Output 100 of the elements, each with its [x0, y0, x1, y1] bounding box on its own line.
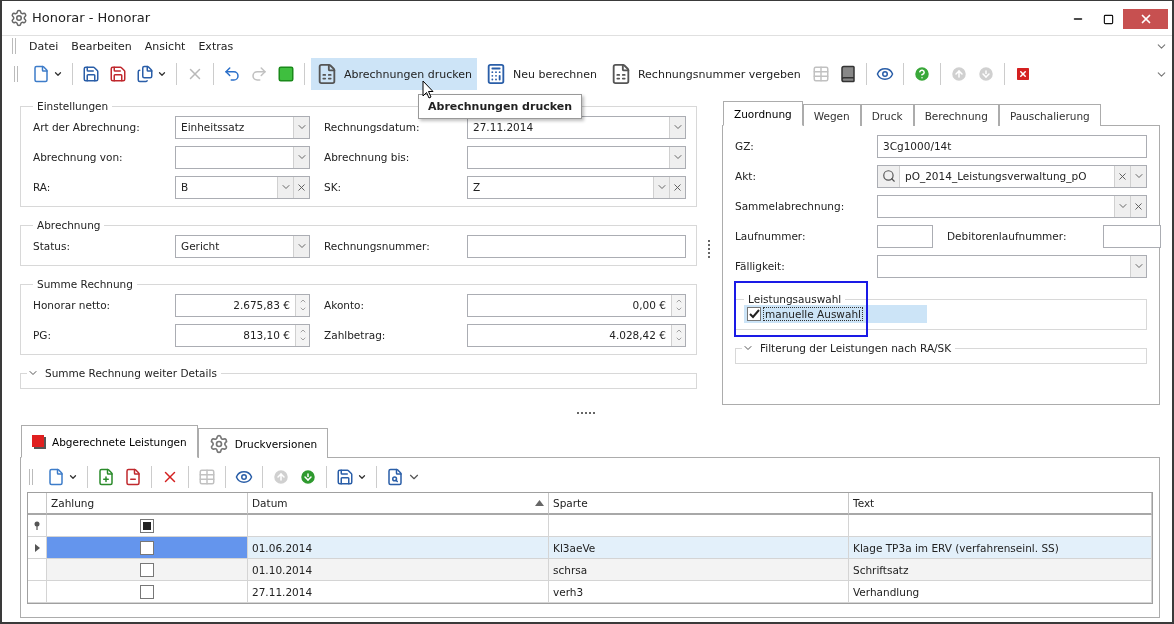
group-title: Filterung der Leistungen nach RA/SK [760, 342, 952, 354]
save-icon [109, 65, 127, 83]
group-title: Einstellungen [36, 100, 110, 112]
close-icon [1117, 170, 1128, 182]
clear-button[interactable] [669, 176, 685, 198]
dropdown-field[interactable]: 27.11.2014 [467, 115, 686, 139]
dropdown-button[interactable] [293, 235, 309, 257]
dropdown-field[interactable]: Einheitssatz [175, 115, 310, 139]
invoice-icon [316, 63, 338, 85]
menu-item[interactable]: Bearbeiten [66, 39, 140, 53]
input-field[interactable]: 3Cg1000/14t [877, 134, 1147, 158]
chevron-up-icon [298, 297, 307, 305]
tab[interactable]: Druck [860, 104, 914, 126]
field-label: Zahlbetrag: [324, 329, 387, 341]
spin-button[interactable] [671, 324, 685, 346]
field-label: Akt: [735, 170, 757, 182]
tab[interactable]: Berechnung [913, 104, 999, 126]
filter-cell[interactable] [849, 515, 1152, 537]
menu-item[interactable]: Datei [24, 39, 67, 53]
filter-cell[interactable] [248, 515, 549, 537]
checkbox[interactable] [140, 562, 154, 577]
dropdown-field[interactable] [175, 145, 310, 169]
field-label: PG: [33, 329, 52, 341]
clear-button[interactable] [1114, 165, 1130, 187]
checkbox[interactable] [140, 584, 154, 599]
field-label: Akonto: [324, 299, 366, 311]
spin-button[interactable] [295, 294, 309, 316]
dropdown-field[interactable] [877, 194, 1147, 218]
table-cell: Verhandlung [849, 581, 1152, 603]
spin-button[interactable] [295, 324, 309, 346]
dropdown-button[interactable] [669, 116, 685, 138]
menu-item[interactable]: Ansicht [139, 39, 194, 53]
search-button[interactable] [878, 165, 900, 187]
checkbox[interactable] [140, 518, 154, 533]
clear-button[interactable] [1130, 195, 1146, 217]
dropdown-field[interactable]: B [175, 175, 310, 199]
number-field[interactable]: 0,00 € [467, 293, 686, 317]
dropdown-button[interactable] [1130, 255, 1146, 277]
close-icon [1133, 200, 1144, 212]
search-dropdown-field[interactable]: pO_2014_Leistungsverwaltung_pO [877, 164, 1147, 188]
binder-icon [838, 65, 857, 83]
row-indicator[interactable] [28, 537, 47, 559]
undo-icon [223, 65, 241, 83]
checkbox-label[interactable]: manuelle Auswahl [763, 307, 863, 321]
search-document-icon [386, 468, 404, 486]
table-cell: 27.11.2014 [248, 581, 549, 603]
field-label: Sammelabrechnung: [735, 200, 846, 212]
dropdown-field[interactable]: Gericht [175, 234, 310, 258]
dropdown-field[interactable]: Z [467, 175, 686, 199]
spin-button[interactable] [671, 294, 685, 316]
input-field[interactable] [1103, 224, 1161, 248]
arrow-down-icon [976, 65, 995, 83]
splitter-handle[interactable] [708, 240, 711, 258]
toolbar-button[interactable]: Abrechnungen drucken [311, 58, 477, 90]
tab[interactable]: Wegen [802, 104, 861, 126]
checkbox[interactable] [747, 307, 761, 321]
group-title: Summe Rechnung [36, 278, 134, 290]
filter-cell[interactable] [47, 515, 248, 537]
toolbar-button[interactable]: Neu berechnen [479, 58, 602, 90]
close-icon [672, 181, 683, 193]
table-cell: Kl3aeVe [549, 537, 849, 559]
dropdown-field[interactable] [467, 145, 686, 169]
number-field[interactable]: 2.675,83 € [175, 293, 310, 317]
help-icon [912, 65, 931, 83]
arrow-up-icon [272, 468, 290, 486]
chevron-icon [674, 305, 683, 313]
dropdown-button[interactable] [669, 146, 685, 168]
tab[interactable]: Abgerechnete Leistungen [21, 425, 198, 458]
search-icon [881, 169, 896, 183]
cursor-icon [422, 80, 435, 100]
toolbar-button[interactable]: Rechnungsnummer vergeben [604, 58, 806, 90]
caret-icon [68, 472, 78, 482]
field-label: Rechnungsdatum: [324, 121, 421, 133]
field-label: Art der Abrechnung: [33, 121, 141, 133]
document-icon [32, 65, 50, 83]
tab[interactable]: Pauschalierung [998, 104, 1101, 126]
sort-arrow-icon [535, 500, 544, 506]
dropdown-field[interactable] [877, 254, 1147, 278]
checkbox[interactable] [140, 540, 154, 555]
filter-cell[interactable] [549, 515, 849, 537]
input-field[interactable] [877, 224, 933, 248]
caret-icon [357, 472, 367, 482]
arrow-up-icon [949, 65, 968, 83]
dropdown-button[interactable] [293, 146, 309, 168]
menu-item[interactable]: Extras [193, 39, 242, 53]
window-title: Honorar - Honorar [32, 10, 151, 25]
tab[interactable]: Druckversionen [197, 428, 329, 458]
filter-pin-icon [34, 521, 40, 530]
current-row-icon [34, 543, 40, 552]
remove-document-icon [124, 468, 142, 486]
input-field[interactable] [467, 234, 686, 258]
number-field[interactable]: 813,10 € [175, 323, 310, 347]
document-icon [47, 468, 65, 486]
clear-button[interactable] [293, 176, 309, 198]
splitter-handle[interactable] [577, 412, 597, 415]
preview-icon [875, 65, 894, 83]
tab[interactable]: Zuordnung [723, 101, 803, 126]
table-icon [811, 65, 830, 83]
number-field[interactable]: 4.028,42 € [467, 323, 686, 347]
dropdown-button[interactable] [293, 116, 309, 138]
